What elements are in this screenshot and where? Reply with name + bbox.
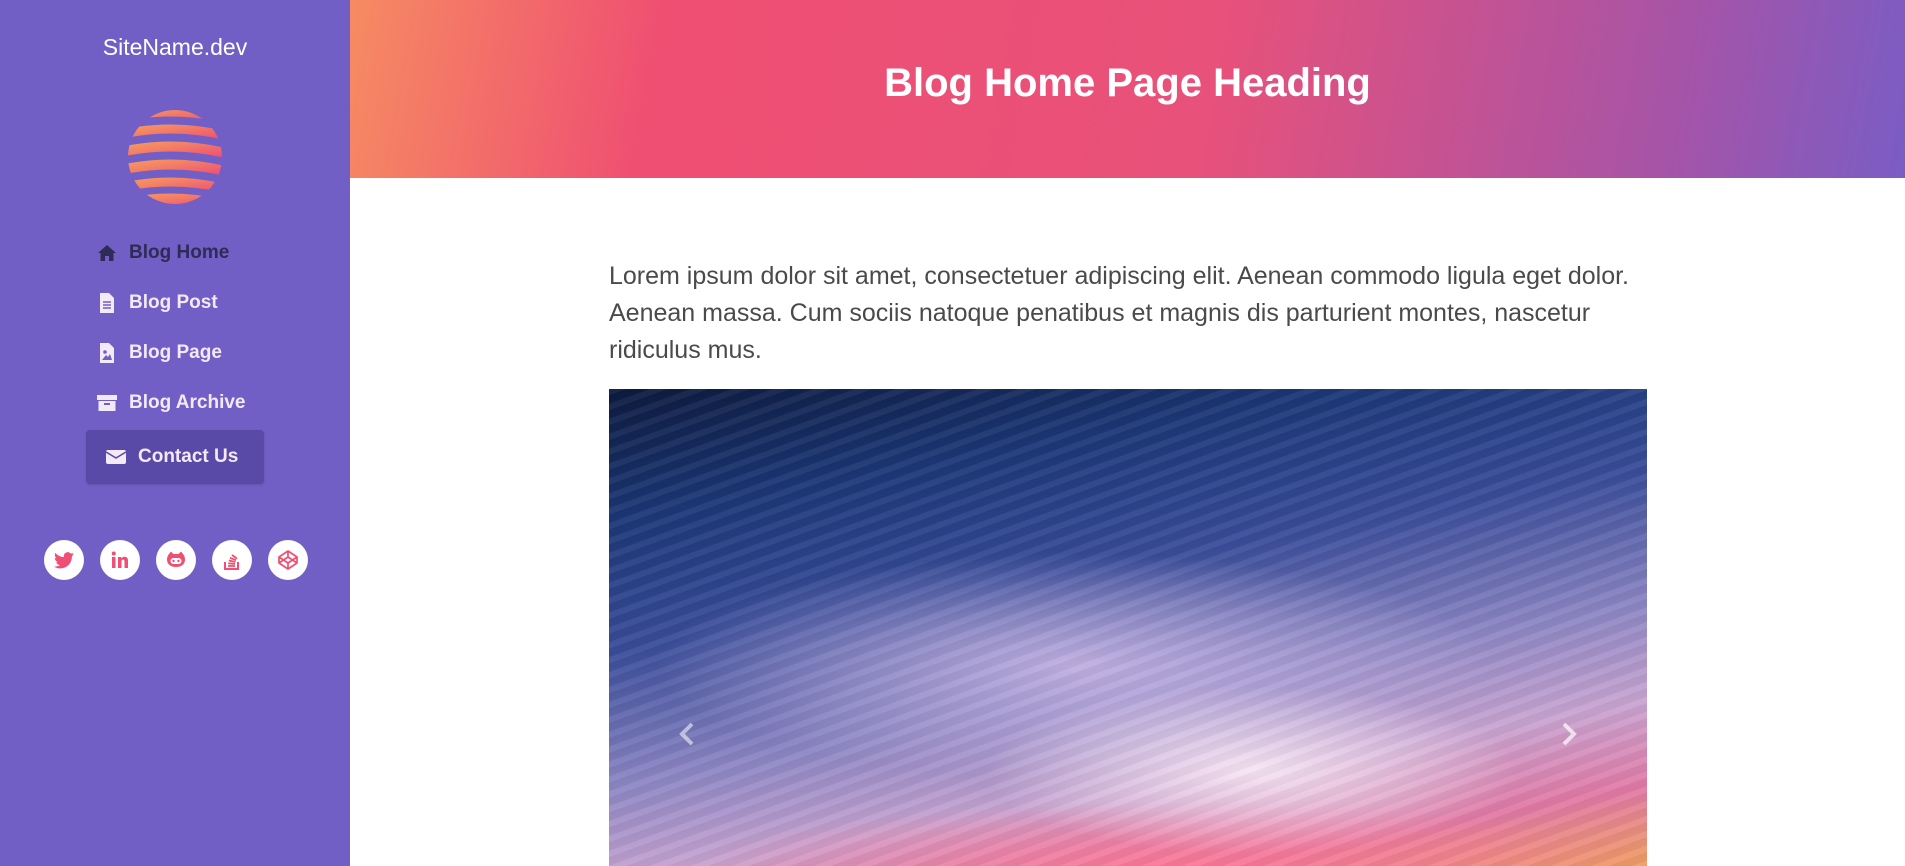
chevron-left-icon — [679, 722, 694, 746]
envelope-icon — [106, 447, 126, 467]
carousel-prev-button[interactable] — [672, 719, 702, 749]
archive-icon — [97, 393, 117, 413]
nav-label: Blog Post — [129, 292, 218, 313]
linkedin-link[interactable] — [100, 540, 140, 580]
nav-item-blog-home[interactable]: Blog Home — [97, 228, 350, 278]
linkedin-icon — [111, 551, 128, 568]
github-link[interactable] — [156, 540, 196, 580]
social-links — [44, 540, 308, 580]
file-text-icon — [97, 293, 117, 313]
page-header: Blog Home Page Heading — [350, 0, 1905, 178]
contact-us-button[interactable]: Contact Us — [86, 430, 264, 484]
twitter-icon — [54, 551, 74, 568]
sidebar-nav: Blog Home Blog Post Blog Page Blog Archi… — [0, 228, 350, 484]
nav-label: Blog Home — [129, 242, 230, 263]
main-content: Lorem ipsum dolor sit amet, consectetuer… — [609, 258, 1647, 866]
home-icon — [97, 243, 117, 263]
nav-item-blog-post[interactable]: Blog Post — [97, 278, 350, 328]
site-name[interactable]: SiteName.dev — [0, 34, 350, 61]
carousel-next-button[interactable] — [1554, 719, 1584, 749]
chevron-right-icon — [1562, 722, 1577, 746]
stack-overflow-link[interactable] — [212, 540, 252, 580]
image-carousel[interactable] — [609, 389, 1647, 866]
github-icon — [167, 551, 185, 567]
intro-paragraph: Lorem ipsum dolor sit amet, consectetuer… — [609, 262, 1630, 364]
twitter-link[interactable] — [44, 540, 84, 580]
page-title: Blog Home Page Heading — [884, 60, 1371, 105]
file-image-icon — [97, 343, 117, 363]
nav-label: Blog Page — [129, 342, 222, 363]
codepen-icon — [278, 550, 298, 570]
stack-overflow-icon — [224, 554, 239, 570]
sidebar: SiteName.dev Blog Home Blog Post Blog Pa… — [0, 0, 350, 866]
nav-label: Blog Archive — [129, 392, 246, 413]
nav-item-blog-page[interactable]: Blog Page — [97, 328, 350, 378]
striped-globe-logo[interactable] — [125, 107, 225, 207]
codepen-link[interactable] — [268, 540, 308, 580]
sunset-sky-image — [609, 389, 1647, 866]
nav-label: Contact Us — [138, 446, 239, 467]
nav-item-blog-archive[interactable]: Blog Archive — [97, 378, 350, 428]
